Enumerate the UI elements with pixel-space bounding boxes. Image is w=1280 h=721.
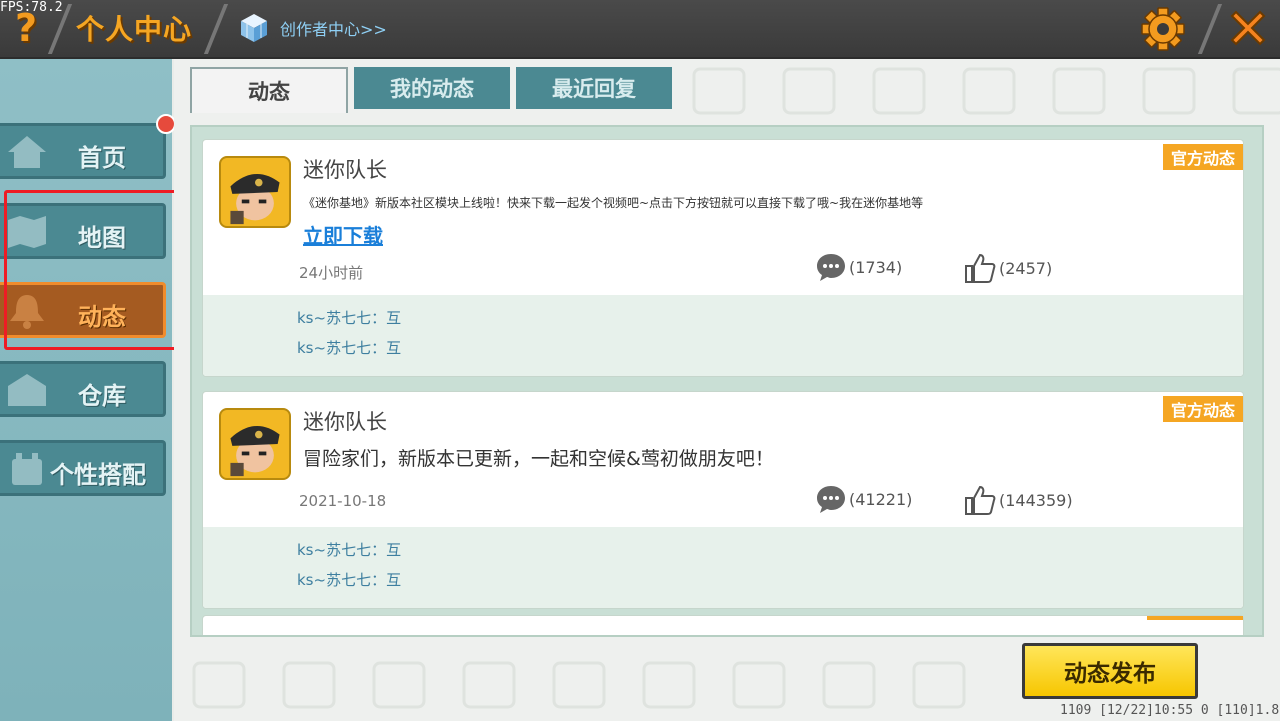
sidebar-item-warehouse[interactable]: 仓库 — [0, 361, 166, 417]
like-button[interactable]: (144359) — [963, 484, 1073, 516]
page-title: 个人中心 — [76, 13, 193, 46]
reply-item[interactable]: ks~苏七七：互 — [297, 307, 401, 328]
tab-my-feed[interactable]: 我的动态 — [354, 67, 510, 109]
post-card: 迷你队长 官方动态 冒险家们，新版本已更新，一起和空候&莺初做朋友吧！ 2021… — [202, 391, 1244, 609]
divider — [203, 4, 229, 54]
sidebar-item-label: 首页 — [78, 144, 126, 172]
cube-icon — [241, 14, 267, 42]
comment-count: (1734) — [849, 257, 903, 277]
comment-icon — [817, 486, 845, 513]
gear-icon[interactable] — [1140, 6, 1186, 52]
reply-item[interactable]: ks~苏七七：互 — [297, 539, 401, 560]
tab-feed[interactable]: 动态 — [190, 67, 348, 113]
help-button[interactable]: ? — [6, 6, 46, 50]
creator-center-label: 创作者中心>> — [280, 20, 387, 39]
comment-button[interactable]: (1734) — [815, 252, 902, 282]
avatar-icon — [230, 173, 280, 225]
creator-center-link[interactable]: 创作者中心>> — [240, 12, 387, 44]
avatar[interactable] — [219, 156, 291, 228]
like-button[interactable]: (2457) — [963, 252, 1052, 284]
tab-recent-replies[interactable]: 最近回复 — [516, 67, 672, 109]
tab-bar: 动态 我的动态 最近回复 — [190, 67, 672, 113]
post-text: 《迷你基地》新版本社区模块上线啦！快来下载一起发个视频吧~点击下方按钮就可以直接… — [303, 196, 924, 210]
reply-item[interactable]: ks~苏七七：互 — [297, 569, 401, 590]
house-icon — [8, 136, 46, 168]
post-date: 24小时前 — [299, 264, 364, 282]
post-card: 迷你队长 官方动态 《迷你基地》新版本社区模块上线啦！快来下载一起发个视频吧~点… — [202, 139, 1244, 377]
comment-button[interactable]: (41221) — [815, 484, 912, 514]
sidebar: 首页 地图 动态 仓库 个性搭配 — [0, 59, 172, 721]
official-tag: 官方动态 — [1162, 144, 1243, 170]
reply-list: ks~苏七七：互 ks~苏七七：互 — [203, 527, 1243, 608]
post-card — [202, 615, 1244, 635]
reply-list: ks~苏七七：互 ks~苏七七：互 — [203, 295, 1243, 376]
version-info: 1109 [12/22]10:55 0 [110]1.8.0 — [1060, 703, 1280, 718]
avatar[interactable] — [219, 408, 291, 480]
top-bar: FPS:78.2 ? 个人中心 创作者中心>> — [0, 0, 1280, 59]
sidebar-item-home[interactable]: 首页 — [0, 123, 166, 179]
official-tag — [1147, 616, 1243, 620]
publish-post-button[interactable]: 动态发布 — [1022, 643, 1198, 699]
comment-count: (41221) — [849, 489, 913, 509]
sidebar-item-outfit[interactable]: 个性搭配 — [0, 440, 166, 496]
like-count: (144359) — [999, 490, 1073, 510]
divider — [1197, 4, 1223, 54]
comment-icon — [817, 254, 845, 281]
post-author[interactable]: 迷你队长 — [303, 154, 387, 184]
post-date: 2021-10-18 — [299, 492, 387, 510]
warehouse-icon — [8, 374, 46, 406]
post-text: 冒险家们，新版本已更新，一起和空候&莺初做朋友吧！ — [303, 448, 774, 470]
official-tag: 官方动态 — [1162, 396, 1243, 422]
sidebar-item-label: 个性搭配 — [50, 461, 146, 489]
avatar-icon — [230, 425, 280, 477]
reply-item[interactable]: ks~苏七七：互 — [297, 337, 401, 358]
thumbs-up-icon — [965, 485, 996, 515]
highlight-frame — [4, 190, 182, 350]
like-count: (2457) — [999, 258, 1053, 278]
notification-dot — [156, 114, 176, 134]
thumbs-up-icon — [965, 253, 996, 283]
main-area: 动态 我的动态 最近回复 迷你队长 官方动态 《迷你基地》新版本社区模块上线啦！… — [174, 59, 1280, 721]
download-link[interactable]: 立即下载 — [303, 220, 383, 249]
sidebar-item-label: 仓库 — [78, 382, 126, 410]
post-author[interactable]: 迷你队长 — [303, 406, 387, 436]
close-icon[interactable] — [1226, 6, 1270, 50]
outfit-icon — [12, 453, 42, 485]
feed-list[interactable]: 迷你队长 官方动态 《迷你基地》新版本社区模块上线啦！快来下载一起发个视频吧~点… — [190, 125, 1264, 637]
